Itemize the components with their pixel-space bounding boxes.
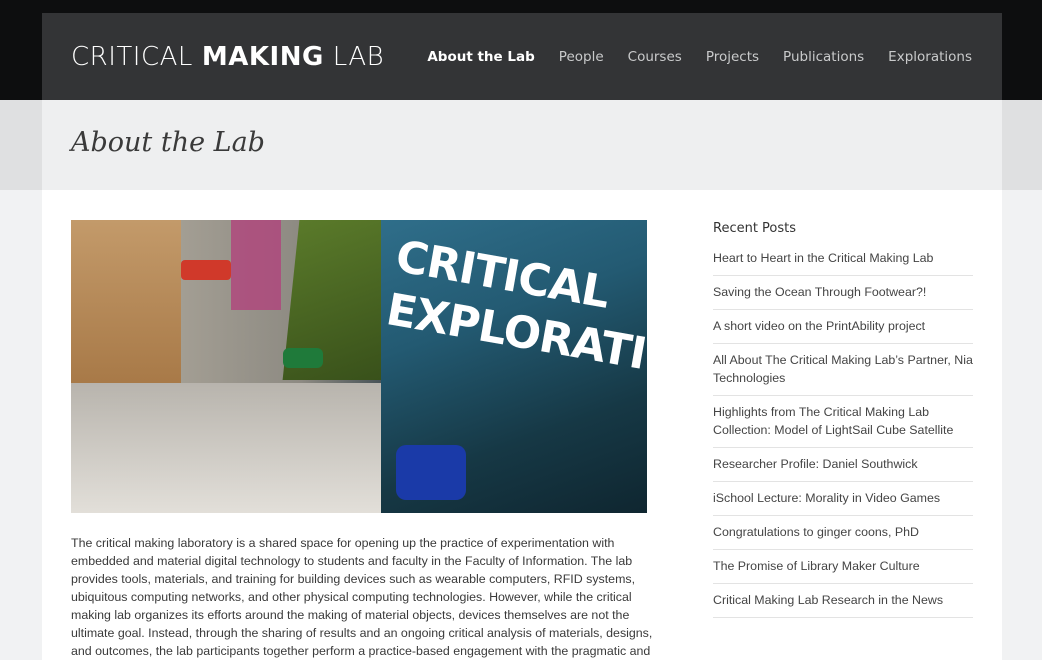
site-logo[interactable]: CRITICAL MAKING LAB xyxy=(71,42,384,72)
hero-image: CRITICAL EXPLORATION xyxy=(71,220,647,513)
list-item: Saving the Ocean Through Footwear?! xyxy=(713,276,973,310)
recent-posts-heading: Recent Posts xyxy=(713,221,797,236)
sidebar: Recent Posts Heart to Heart in the Criti… xyxy=(713,220,973,660)
recent-posts-list: Heart to Heart in the Critical Making La… xyxy=(713,249,973,618)
about-body-text: The critical making laboratory is a shar… xyxy=(71,536,653,658)
hero-blue-device xyxy=(396,445,466,500)
nav-item-people[interactable]: People xyxy=(559,49,604,65)
page-wrapper: CRITICAL MAKING LAB About the Lab People… xyxy=(42,13,1002,660)
content-area: CRITICAL EXPLORATION The critical making… xyxy=(42,190,1002,660)
list-item: Critical Making Lab Research in the News xyxy=(713,584,973,618)
list-item: The Promise of Library Maker Culture xyxy=(713,550,973,584)
recent-post-link[interactable]: All About The Critical Making Lab’s Part… xyxy=(713,353,973,385)
recent-post-link[interactable]: Heart to Heart in the Critical Making La… xyxy=(713,251,933,265)
page-title: About the Lab xyxy=(71,127,265,158)
nav-item-projects[interactable]: Projects xyxy=(706,49,759,65)
nav-item-explorations[interactable]: Explorations xyxy=(888,49,972,65)
hero-floor xyxy=(71,383,431,513)
list-item: iSchool Lecture: Morality in Video Games xyxy=(713,482,973,516)
logo-word-making: MAKING xyxy=(201,41,324,72)
list-item: All About The Critical Making Lab’s Part… xyxy=(713,344,973,396)
nav-item-publications[interactable]: Publications xyxy=(783,49,864,65)
list-item: Heart to Heart in the Critical Making La… xyxy=(713,249,973,276)
hero-red-device xyxy=(181,260,231,280)
recent-post-link[interactable]: Highlights from The Critical Making Lab … xyxy=(713,405,953,437)
page-title-bar: About the Lab xyxy=(42,100,1002,190)
logo-word-lab: LAB xyxy=(332,41,385,72)
recent-post-link[interactable]: Saving the Ocean Through Footwear?! xyxy=(713,285,926,299)
list-item: Congratulations to ginger coons, PhD xyxy=(713,516,973,550)
main-nav: About the Lab People Courses Projects Pu… xyxy=(427,49,972,65)
hero-green-device xyxy=(283,348,323,368)
nav-item-about[interactable]: About the Lab xyxy=(427,49,534,65)
recent-post-link[interactable]: The Promise of Library Maker Culture xyxy=(713,559,920,573)
recent-post-link[interactable]: iSchool Lecture: Morality in Video Games xyxy=(713,491,940,505)
hero-pink-board xyxy=(231,220,281,310)
recent-post-link[interactable]: Critical Making Lab Research in the News xyxy=(713,593,943,607)
logo-word-critical: CRITICAL xyxy=(71,41,193,72)
list-item: Researcher Profile: Daniel Southwick xyxy=(713,448,973,482)
site-header: CRITICAL MAKING LAB About the Lab People… xyxy=(42,13,1002,100)
list-item: A short video on the PrintAbility projec… xyxy=(713,310,973,344)
list-item: Highlights from The Critical Making Lab … xyxy=(713,396,973,448)
nav-item-courses[interactable]: Courses xyxy=(628,49,682,65)
recent-post-link[interactable]: Researcher Profile: Daniel Southwick xyxy=(713,457,918,471)
recent-post-link[interactable]: Congratulations to ginger coons, PhD xyxy=(713,525,919,539)
main-column: CRITICAL EXPLORATION The critical making… xyxy=(71,220,659,660)
recent-post-link[interactable]: A short video on the PrintAbility projec… xyxy=(713,319,925,333)
